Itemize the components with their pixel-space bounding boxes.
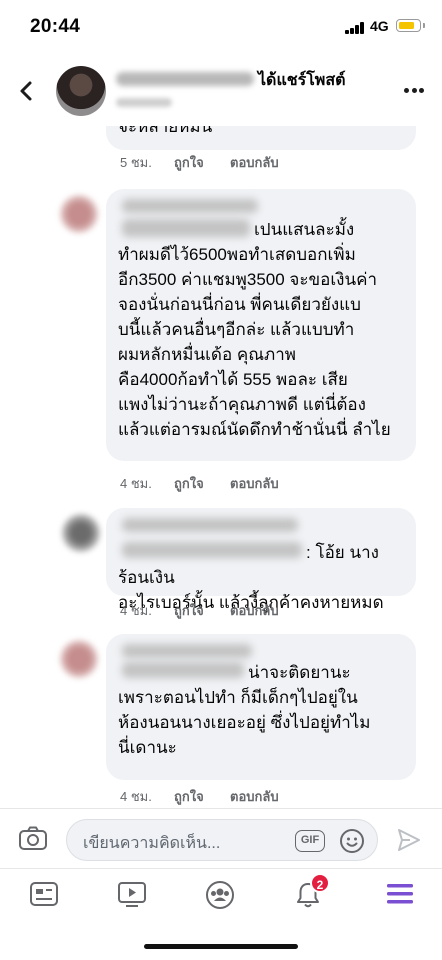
comment-time: 4 ชม. bbox=[120, 603, 152, 618]
reply-link[interactable]: ตอบกลับ bbox=[230, 473, 279, 494]
comment-input[interactable]: เขียนความคิดเห็น... GIF bbox=[66, 819, 378, 861]
author-avatar[interactable] bbox=[56, 66, 106, 116]
commenter-name-blurred[interactable] bbox=[122, 518, 298, 532]
comment-item: เปนแสนละมั้ง ทำผมดีไว้6500พอทำเสดบอกเพิ่… bbox=[0, 189, 442, 469]
comment-feed[interactable]: จะหลายหมื่น 5 ชม. ถูกใจ ตอบกลับ เปนแสนละ… bbox=[0, 126, 442, 808]
reply-link[interactable]: ตอบกลับ bbox=[230, 152, 279, 173]
like-link[interactable]: ถูกใจ bbox=[174, 473, 204, 494]
post-time-blurred bbox=[116, 98, 172, 107]
groups-icon bbox=[206, 881, 234, 909]
menu-icon bbox=[387, 884, 413, 904]
network-label: 4G bbox=[370, 18, 389, 34]
commenter-avatar[interactable] bbox=[60, 195, 98, 233]
commenter-name-blurred[interactable] bbox=[122, 644, 252, 658]
gif-icon[interactable]: GIF bbox=[295, 830, 325, 852]
notification-badge: 2 bbox=[310, 873, 330, 893]
comment-bubble[interactable]: เปนแสนละมั้ง ทำผมดีไว้6500พอทำเสดบอกเพิ่… bbox=[106, 189, 416, 461]
camera-icon[interactable] bbox=[18, 825, 48, 851]
tab-watch[interactable] bbox=[112, 877, 152, 913]
post-header: ได้แชร์โพสต์ bbox=[0, 56, 442, 126]
tab-notifications[interactable]: 2 bbox=[288, 873, 330, 913]
commenter-name-blurred[interactable] bbox=[122, 199, 258, 213]
comment-bubble[interactable]: จะหลายหมื่น bbox=[106, 126, 416, 150]
comment-item: น่าจะติดยานะ เพราะตอนไปทำ ก็มีเด็กๆไปอยู… bbox=[0, 634, 442, 780]
battery-icon bbox=[396, 19, 421, 32]
comment-text: จะหลายหมื่น bbox=[118, 126, 213, 136]
news-feed-icon bbox=[30, 882, 58, 906]
comment-bubble[interactable]: : โอ้ย นางร้อนเงิน อะไรเบอร์นั้น แล้วงี้… bbox=[106, 508, 416, 612]
comment-time: 5 ชม. bbox=[120, 155, 152, 170]
like-link[interactable]: ถูกใจ bbox=[174, 600, 204, 621]
tab-groups[interactable] bbox=[200, 877, 240, 913]
reply-link[interactable]: ตอบกลับ bbox=[230, 786, 279, 807]
author-name-blurred[interactable] bbox=[116, 72, 254, 86]
comment-text: เปนแสนละมั้ง ทำผมดีไว้6500พอทำเสดบอกเพิ่… bbox=[118, 220, 391, 439]
like-link[interactable]: ถูกใจ bbox=[174, 786, 204, 807]
home-indicator[interactable] bbox=[144, 944, 298, 949]
send-icon[interactable] bbox=[396, 827, 422, 853]
back-icon[interactable] bbox=[16, 80, 38, 102]
shared-post-label: ได้แชร์โพสต์ bbox=[258, 72, 346, 89]
comment-input-placeholder: เขียนความคิดเห็น... bbox=[83, 835, 221, 852]
tab-news-feed[interactable] bbox=[24, 877, 64, 913]
status-time: 20:44 bbox=[30, 16, 81, 37]
comment-item: จะหลายหมื่น bbox=[0, 126, 442, 166]
comment-composer: เขียนความคิดเห็น... GIF bbox=[0, 808, 442, 868]
commenter-name-blurred bbox=[122, 542, 302, 558]
reply-link[interactable]: ตอบกลับ bbox=[230, 600, 279, 621]
tab-menu[interactable] bbox=[380, 877, 420, 913]
battery-tip bbox=[423, 23, 425, 28]
comment-item: : โอ้ย นางร้อนเงิน อะไรเบอร์นั้น แล้วงี้… bbox=[0, 508, 442, 612]
commenter-avatar[interactable] bbox=[60, 640, 98, 678]
like-link[interactable]: ถูกใจ bbox=[174, 152, 204, 173]
comment-time: 4 ชม. bbox=[120, 789, 152, 804]
commenter-name-blurred bbox=[122, 662, 244, 678]
status-bar: 20:44 4G bbox=[0, 0, 442, 56]
sticker-icon[interactable] bbox=[339, 828, 365, 854]
more-icon[interactable] bbox=[404, 88, 424, 94]
watch-icon bbox=[118, 882, 146, 907]
comment-time: 4 ชม. bbox=[120, 476, 152, 491]
comment-bubble[interactable]: น่าจะติดยานะ เพราะตอนไปทำ ก็มีเด็กๆไปอยู… bbox=[106, 634, 416, 780]
signal-icon bbox=[345, 22, 367, 34]
commenter-avatar[interactable] bbox=[62, 514, 100, 552]
commenter-name-blurred bbox=[122, 219, 250, 237]
